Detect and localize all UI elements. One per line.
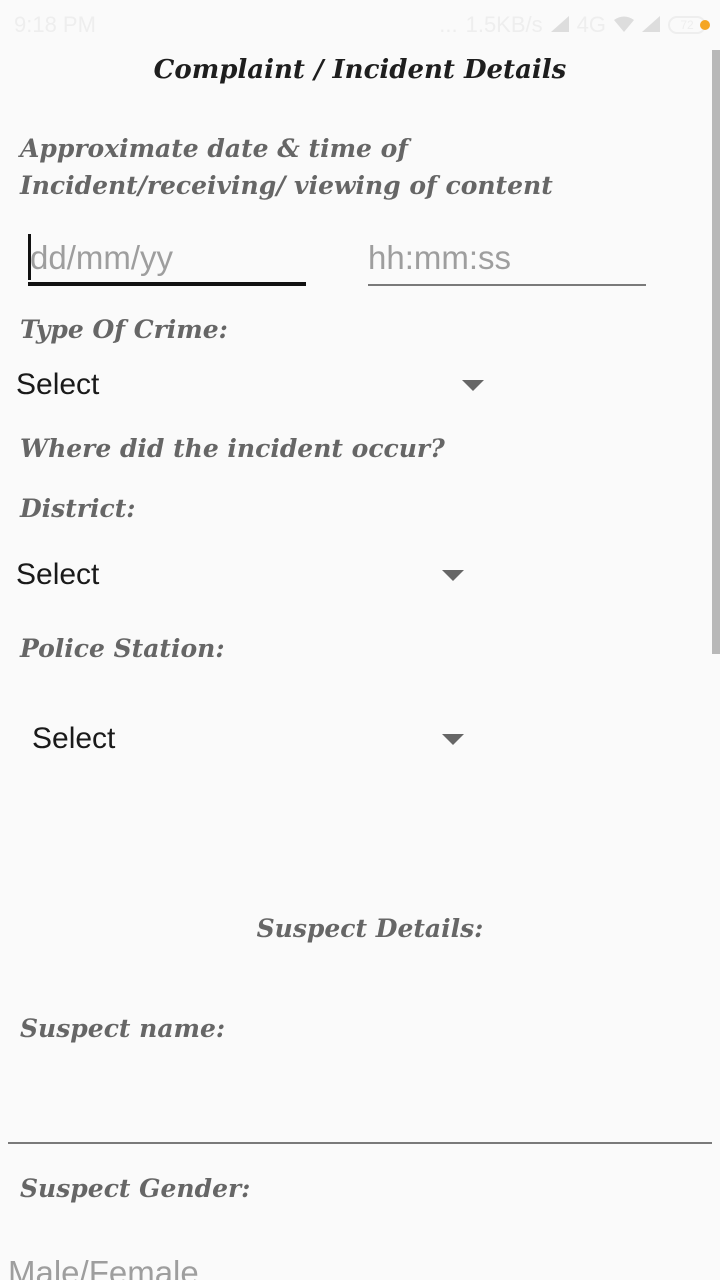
district-select[interactable]: Select xyxy=(16,550,466,600)
police-station-label: Police Station: xyxy=(20,634,225,663)
battery-icon: 72 xyxy=(668,16,710,34)
status-bar: 9:18 PM ... 1.5KB/s 4G 72 xyxy=(0,0,720,50)
date-placeholder: dd/mm/yy xyxy=(30,239,174,276)
police-station-value: Select xyxy=(32,722,116,755)
chevron-down-icon xyxy=(462,380,484,391)
battery-level: 72 xyxy=(680,18,694,32)
suspect-gender-input[interactable]: Male/Female xyxy=(8,1254,199,1280)
crime-type-label: Type Of Crime: xyxy=(20,315,228,344)
suspect-section-title: Suspect Details: xyxy=(256,914,484,943)
wifi-icon xyxy=(614,12,634,38)
district-label: District: xyxy=(20,494,136,523)
time-placeholder: hh:mm:ss xyxy=(368,239,512,276)
signal-icon-2 xyxy=(642,12,660,38)
police-station-select[interactable]: Select xyxy=(32,714,466,764)
date-input[interactable]: dd/mm/yy xyxy=(28,230,306,286)
suspect-name-underline xyxy=(8,1142,712,1144)
scrollbar[interactable] xyxy=(712,50,720,654)
charging-dot xyxy=(700,20,710,30)
incident-datetime-label: Approximate date & time of Incident/rece… xyxy=(20,134,553,200)
page-title: Complaint / Incident Details xyxy=(153,55,567,85)
complaint-screen: 9:18 PM ... 1.5KB/s 4G 72 Complaint / In… xyxy=(0,0,720,1280)
text-cursor xyxy=(28,234,31,280)
status-indicators: ... 1.5KB/s 4G 72 xyxy=(439,12,710,38)
suspect-name-label: Suspect name: xyxy=(20,1014,226,1043)
crime-type-value: Select xyxy=(16,368,100,401)
suspect-name-input[interactable] xyxy=(8,1060,712,1144)
chevron-down-icon xyxy=(442,734,464,745)
signal-icon xyxy=(550,12,569,38)
more-notifications-icon: ... xyxy=(439,12,458,37)
chevron-down-icon xyxy=(442,570,464,581)
network-speed: 1.5KB/s xyxy=(465,12,543,37)
incident-location-question: Where did the incident occur? xyxy=(20,434,445,463)
suspect-gender-label: Suspect Gender: xyxy=(20,1174,251,1203)
network-type: 4G xyxy=(576,12,606,37)
district-value: Select xyxy=(16,558,100,591)
time-input[interactable]: hh:mm:ss xyxy=(368,230,646,286)
status-time: 9:18 PM xyxy=(14,12,96,37)
crime-type-select[interactable]: Select xyxy=(16,360,486,410)
